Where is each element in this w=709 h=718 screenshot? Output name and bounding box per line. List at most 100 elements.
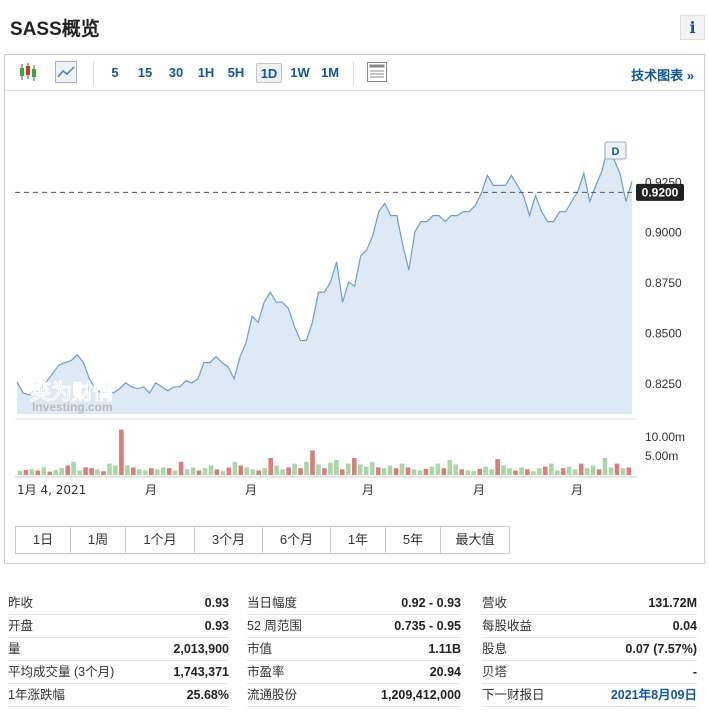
volume-bar: [316, 464, 321, 475]
volume-bar: [226, 467, 232, 475]
stat-row: 当日幅度 0.92 - 0.93: [247, 592, 461, 615]
info-icon[interactable]: i: [680, 15, 705, 40]
volume-bar: [214, 469, 220, 475]
volume-bar: [190, 467, 196, 475]
volume-bar: [340, 469, 345, 475]
volume-bar: [41, 467, 47, 475]
volume-bar: [220, 471, 226, 475]
volume-bar: [620, 468, 626, 475]
stat-label: 贝塔: [482, 665, 508, 679]
volume-bar: [399, 463, 405, 475]
stat-row: 营收 131.72M: [482, 592, 697, 615]
volume-bar: [566, 466, 572, 475]
next-earnings-link[interactable]: 2021年8月09日: [611, 684, 697, 707]
interval-1w[interactable]: 1W: [288, 63, 312, 83]
volume-bar: [89, 468, 94, 475]
stat-row: 平均成交量 (3个月) 1,743,371: [8, 661, 229, 684]
volume-bar: [286, 467, 291, 475]
range-6m[interactable]: 6个月: [263, 527, 331, 553]
volume-bar: [346, 463, 351, 475]
candlestick-icon[interactable]: [17, 61, 39, 83]
range-1w[interactable]: 1周: [71, 527, 126, 553]
interval-5h[interactable]: 5H: [225, 63, 247, 83]
volume-bar: [244, 467, 250, 475]
volume-bar: [531, 471, 536, 475]
stat-label: 量: [8, 642, 21, 656]
volume-bar: [137, 469, 142, 475]
stat-value: 0.93: [204, 619, 229, 633]
x-tick-label: 月: [473, 483, 485, 497]
volume-bar: [537, 468, 542, 475]
volume-bar: [47, 471, 53, 475]
volume-bar: [405, 467, 411, 475]
stat-label: 营收: [482, 596, 508, 610]
volume-bar: [238, 465, 244, 475]
volume-bar: [459, 469, 464, 475]
stat-row: 市盈率 20.94: [247, 661, 461, 684]
interval-1d[interactable]: 1D: [256, 63, 282, 83]
volume-bar: [280, 469, 285, 475]
stat-value: 0.735 - 0.95: [394, 619, 461, 633]
y-tick-label: 0.9000: [645, 226, 682, 240]
volume-bar: [363, 466, 369, 475]
stat-value: 1,743,371: [173, 665, 229, 679]
volume-bar: [202, 468, 208, 475]
stat-label: 昨收: [8, 596, 34, 610]
volume-bar: [560, 468, 566, 475]
stat-label: 52 周范围: [247, 619, 302, 633]
stat-value: -: [692, 665, 697, 679]
volume-bar: [393, 468, 399, 475]
range-3m[interactable]: 3个月: [195, 527, 263, 553]
toolbar-divider: [353, 61, 354, 85]
volume-bar: [465, 470, 470, 475]
volume-bar: [250, 469, 256, 475]
volume-bar: [95, 469, 100, 475]
toolbar-divider: [93, 61, 94, 85]
interval-1m[interactable]: 1M: [318, 63, 342, 83]
technical-chart-link[interactable]: 技术图表 »: [631, 65, 694, 84]
range-5y[interactable]: 5年: [386, 527, 441, 553]
stat-value: 0.93: [204, 596, 229, 610]
volume-bar: [489, 469, 494, 475]
range-1y[interactable]: 1年: [331, 527, 386, 553]
volume-bar: [590, 465, 596, 475]
volume-bar: [131, 467, 136, 475]
stat-value: 2,013,900: [173, 642, 229, 656]
stat-value: 0.92 - 0.93: [401, 596, 461, 610]
interval-1h[interactable]: 1H: [195, 63, 217, 83]
stat-label: 平均成交量 (3个月): [8, 665, 115, 679]
range-1d[interactable]: 1日: [16, 527, 71, 553]
range-selector: 1日 1周 1个月 3个月 6个月 1年 5年 最大值: [15, 526, 510, 554]
volume-bar: [292, 463, 297, 475]
volume-bar: [614, 463, 620, 475]
interval-15[interactable]: 15: [134, 63, 156, 83]
stats-column-1: 昨收 0.93 开盘 0.93 量 2,013,900 平均成交量 (3个月) 1,74…: [8, 592, 229, 707]
volume-bar: [411, 469, 417, 475]
volume-tick-label: 10.00m: [645, 430, 685, 444]
volume-bar: [334, 459, 339, 475]
area-chart-icon[interactable]: [55, 61, 77, 83]
volume-bar: [298, 468, 303, 475]
stat-label: 下一财报日: [482, 688, 545, 702]
volume-bar: [495, 459, 500, 475]
volume-tick-label: 5.00m: [645, 449, 678, 463]
volume-bar: [65, 465, 70, 475]
volume-bar: [322, 468, 327, 475]
range-1m[interactable]: 1个月: [126, 527, 195, 553]
interval-30[interactable]: 30: [165, 63, 187, 83]
interval-5[interactable]: 5: [106, 63, 124, 83]
volume-bar: [113, 465, 118, 475]
y-tick-label: 0.8250: [645, 377, 682, 391]
volume-bar: [501, 465, 506, 475]
d-marker[interactable]: D: [604, 141, 627, 160]
x-tick-label: 月: [145, 483, 157, 497]
volume-bar: [578, 463, 584, 475]
volume-bar: [71, 461, 76, 476]
volume-bar: [172, 470, 178, 475]
volume-bar: [35, 470, 41, 475]
range-max[interactable]: 最大值: [441, 527, 509, 553]
table-view-icon[interactable]: [366, 61, 388, 83]
volume-bar: [154, 469, 160, 475]
stat-value: 131.72M: [648, 596, 697, 610]
stat-row: 开盘 0.93: [8, 615, 229, 638]
